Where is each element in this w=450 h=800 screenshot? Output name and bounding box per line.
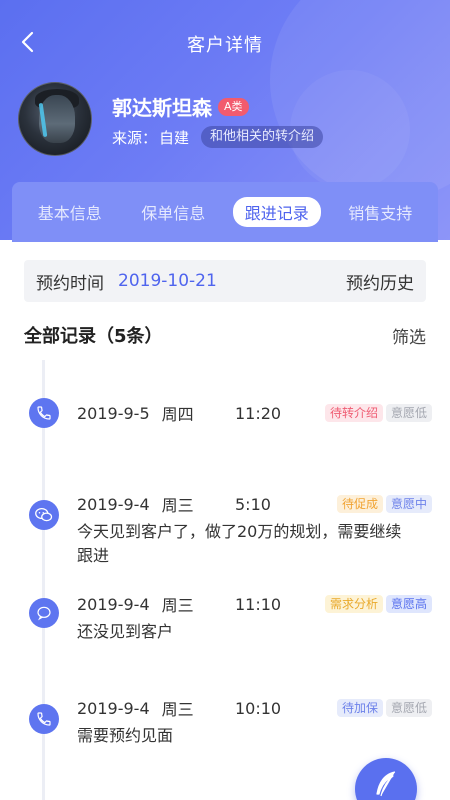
- customer-name: 郭达斯坦森: [112, 96, 212, 120]
- tab-follow-up[interactable]: 跟进记录: [232, 197, 321, 227]
- record-date: 2019-9-4: [77, 698, 150, 718]
- record-time: 11:10: [235, 594, 282, 614]
- avatar[interactable]: [18, 82, 92, 156]
- intent-tag: 意愿低: [385, 699, 432, 717]
- tab-basic-info[interactable]: 基本信息: [26, 197, 114, 227]
- feather-pen-icon[interactable]: [373, 770, 399, 800]
- tab-bar: 基本信息 保单信息 跟进记录 销售支持: [12, 182, 438, 242]
- record-note: 需要预约见面: [77, 726, 174, 745]
- record-note: 今天见到客户了，做了20万的规划，需要继续跟进: [77, 522, 402, 565]
- wechat-icon: [29, 500, 59, 530]
- appointment-box: 预约时间 2019-10-21 预约历史: [24, 260, 426, 302]
- record-date: 2019-9-5: [77, 403, 150, 423]
- records-header: 全部记录（5条） 筛选: [24, 322, 426, 348]
- level-badge: A类: [218, 97, 249, 116]
- customer-profile: 郭达斯坦森 A类 来源： 自建 和他相关的转介绍: [18, 82, 438, 156]
- stage-tag: 需求分析: [324, 595, 383, 613]
- record-tags: 待转介绍 意愿低: [322, 404, 432, 422]
- record-tags: 待促成 意愿中: [334, 495, 432, 513]
- referral-tag[interactable]: 和他相关的转介绍: [201, 126, 324, 148]
- record-time: 11:20: [235, 403, 282, 423]
- records-title: 全部记录（5条）: [24, 326, 163, 347]
- stage-tag: 待加保: [336, 699, 383, 717]
- chat-bubble-icon: [29, 598, 59, 628]
- source-label: 来源：: [112, 128, 158, 147]
- phone-icon: [29, 704, 59, 734]
- intent-tag: 意愿低: [385, 404, 432, 422]
- record-weekday: 周四: [161, 405, 194, 424]
- source-value: 自建: [159, 128, 190, 147]
- appointment-date[interactable]: 2019-10-21: [118, 271, 217, 291]
- stage-tag: 待促成: [336, 495, 383, 513]
- tab-sales-support[interactable]: 销售支持: [336, 197, 424, 227]
- intent-tag: 意愿高: [385, 595, 432, 613]
- record-time: 5:10: [235, 494, 271, 514]
- record-note: 还没见到客户: [77, 622, 174, 641]
- record-time: 10:10: [235, 698, 282, 718]
- chevron-left-icon[interactable]: [20, 31, 34, 57]
- record-weekday: 周三: [161, 496, 194, 515]
- tab-policy-info[interactable]: 保单信息: [129, 197, 217, 227]
- record-date: 2019-9-4: [77, 594, 150, 614]
- name-row: 郭达斯坦森 A类: [112, 92, 249, 121]
- record-weekday: 周三: [161, 596, 194, 615]
- record-weekday: 周三: [161, 700, 194, 719]
- record-tags: 待加保 意愿低: [334, 699, 432, 717]
- appointment-history-link[interactable]: 预约历史: [346, 269, 414, 294]
- intent-tag: 意愿中: [385, 495, 432, 513]
- source-row: 来源： 自建 和他相关的转介绍: [112, 126, 324, 148]
- stage-tag: 待转介绍: [324, 404, 383, 422]
- appointment-label: 预约时间: [36, 273, 104, 294]
- follow-up-content: 预约时间 2019-10-21 预约历史 全部记录（5条） 筛选 2019-9-…: [12, 242, 438, 800]
- record-date: 2019-9-4: [77, 494, 150, 514]
- nav-bar: 客户详情: [0, 22, 450, 66]
- page-title: 客户详情: [187, 35, 263, 56]
- filter-button[interactable]: 筛选: [392, 323, 426, 348]
- back-button[interactable]: [14, 30, 40, 58]
- phone-icon: [29, 398, 59, 428]
- record-tags: 需求分析 意愿高: [322, 595, 432, 613]
